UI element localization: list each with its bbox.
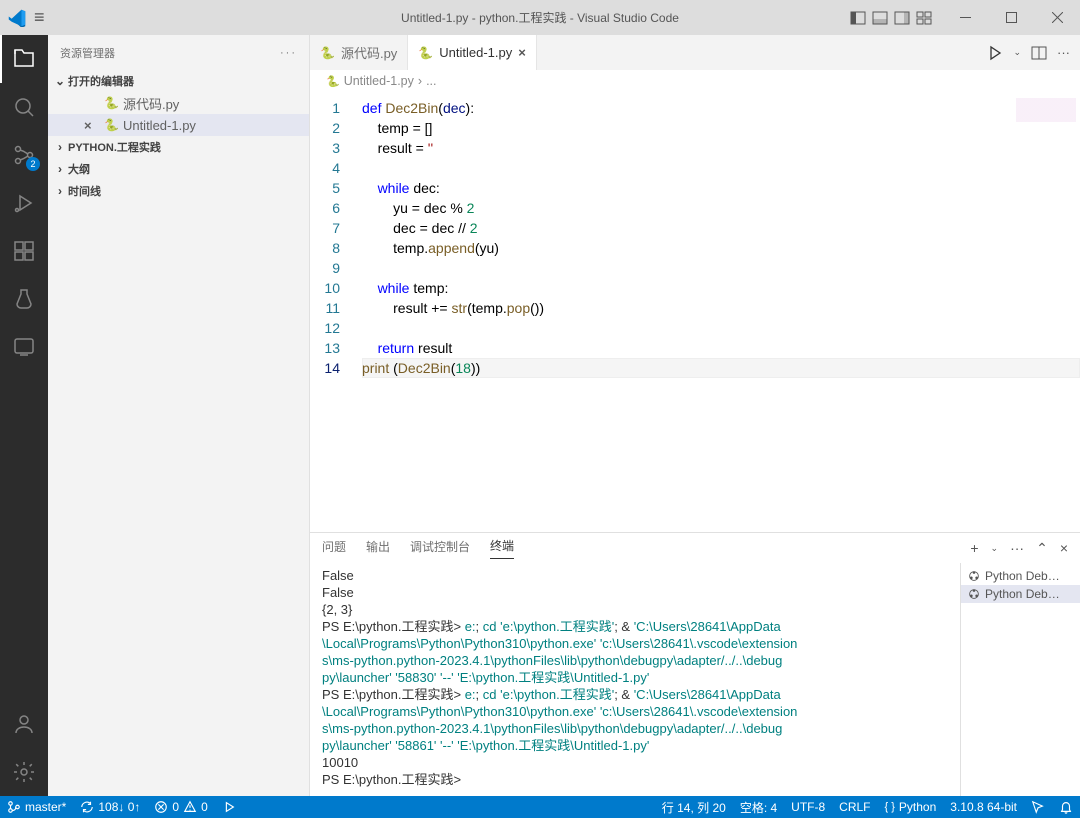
panel-tab-problems[interactable]: 问题 (322, 538, 346, 559)
terminal-dropdown-icon[interactable]: ⌄ (991, 543, 999, 554)
sidebar-explorer: 资源管理器 ··· ⌄打开的编辑器 🐍 源代码.py × 🐍 Untitled-… (48, 35, 310, 796)
python-file-icon: 🐍 (418, 46, 433, 60)
chevron-right-icon: › (52, 184, 68, 198)
file-label: 源代码.py (123, 94, 179, 113)
tabs-row: 🐍 源代码.py 🐍 Untitled-1.py × ⌄ ··· (310, 35, 1080, 70)
menu-icon[interactable]: ≡ (34, 7, 45, 28)
layout-sidebar-right-icon[interactable] (894, 10, 910, 26)
chevron-right-icon: › (52, 140, 68, 154)
status-language[interactable]: { }Python (878, 796, 944, 818)
activity-extensions[interactable] (0, 227, 48, 275)
section-open-editors[interactable]: ⌄打开的编辑器 (48, 70, 309, 92)
split-editor-icon[interactable] (1031, 45, 1047, 61)
more-icon[interactable]: ··· (1010, 540, 1024, 556)
title-bar: ≡ Untitled-1.py - python.工程实践 - Visual S… (0, 0, 1080, 35)
status-python-version[interactable]: 3.10.8 64-bit (943, 796, 1024, 818)
python-file-icon: 🐍 (104, 118, 119, 132)
close-icon[interactable]: × (84, 118, 100, 133)
terminal-list-item[interactable]: Python Deb… (961, 567, 1080, 585)
breadcrumb[interactable]: 🐍 Untitled-1.py › ... (310, 70, 1080, 92)
close-button[interactable] (1034, 0, 1080, 35)
run-icon[interactable] (987, 45, 1003, 61)
tab-label: 源代码.py (341, 43, 397, 62)
panel-tab-terminal[interactable]: 终端 (490, 537, 514, 559)
file-label: Untitled-1.py (123, 118, 196, 133)
activity-debug[interactable] (0, 179, 48, 227)
panel-tab-output[interactable]: 输出 (366, 538, 390, 559)
activity-testing[interactable] (0, 275, 48, 323)
status-encoding[interactable]: UTF-8 (784, 796, 832, 818)
status-spaces[interactable]: 空格: 4 (733, 796, 784, 818)
chevron-right-icon: › (52, 162, 68, 176)
activity-bar: 2 (0, 35, 48, 796)
python-file-icon: 🐍 (320, 46, 335, 60)
more-icon[interactable]: ··· (1057, 45, 1070, 60)
new-terminal-icon[interactable]: + (970, 540, 978, 556)
editor-tab[interactable]: 🐍 源代码.py (310, 35, 408, 70)
maximize-panel-icon[interactable]: ⌃ (1036, 540, 1048, 557)
terminal-list-item[interactable]: Python Deb… (961, 585, 1080, 603)
panel-tab-debug[interactable]: 调试控制台 (410, 538, 470, 559)
code-editor[interactable]: 1234567891011121314 def Dec2Bin(dec): te… (310, 92, 1080, 532)
layout-panel-icon[interactable] (872, 10, 888, 26)
status-problems[interactable]: 00 (147, 796, 214, 818)
minimize-button[interactable] (942, 0, 988, 35)
run-dropdown-icon[interactable]: ⌄ (1013, 47, 1021, 58)
status-sync[interactable]: 108↓ 0↑ (73, 796, 147, 818)
open-editor-item[interactable]: 🐍 源代码.py (48, 92, 309, 114)
section-timeline[interactable]: ›时间线 (48, 180, 309, 202)
status-cursor[interactable]: 行 14, 列 20 (655, 796, 733, 818)
vscode-icon (8, 9, 26, 27)
activity-remote[interactable] (0, 323, 48, 371)
open-editor-item[interactable]: × 🐍 Untitled-1.py (48, 114, 309, 136)
status-eol[interactable]: CRLF (832, 796, 877, 818)
activity-account[interactable] (0, 700, 48, 748)
section-project[interactable]: ›PYTHON.工程实践 (48, 136, 309, 158)
maximize-button[interactable] (988, 0, 1034, 35)
editor-area: 🐍 源代码.py 🐍 Untitled-1.py × ⌄ ··· 🐍 Untit… (310, 35, 1080, 796)
status-branch[interactable]: master* (0, 796, 73, 818)
python-file-icon: 🐍 (104, 96, 119, 110)
status-debug-icon[interactable] (215, 796, 243, 818)
editor-tab[interactable]: 🐍 Untitled-1.py × (408, 35, 537, 70)
section-outline[interactable]: ›大纲 (48, 158, 309, 180)
layout-customize-icon[interactable] (916, 10, 932, 26)
code-content[interactable]: def Dec2Bin(dec): temp = [] result = '' … (358, 92, 1080, 532)
activity-search[interactable] (0, 83, 48, 131)
terminal-list: Python Deb… Python Deb… (960, 563, 1080, 796)
layout-sidebar-icon[interactable] (850, 10, 866, 26)
activity-settings[interactable] (0, 748, 48, 796)
close-icon[interactable]: × (518, 45, 526, 60)
sidebar-more-icon[interactable]: ··· (280, 47, 297, 59)
tab-label: Untitled-1.py (439, 45, 512, 60)
terminal[interactable]: FalseFalse{2, 3}PS E:\python.工程实践> e:; c… (310, 563, 960, 796)
panel: 问题 输出 调试控制台 终端 + ⌄ ··· ⌃ × FalseFalse{2,… (310, 532, 1080, 796)
sidebar-title: 资源管理器 (60, 45, 115, 61)
status-bar: master* 108↓ 0↑ 00 行 14, 列 20 空格: 4 UTF-… (0, 796, 1080, 818)
close-panel-icon[interactable]: × (1060, 540, 1068, 556)
panel-tabs: 问题 输出 调试控制台 终端 + ⌄ ··· ⌃ × (310, 533, 1080, 563)
scm-badge: 2 (26, 157, 40, 171)
status-bell-icon[interactable] (1052, 796, 1080, 818)
minimap[interactable] (1016, 98, 1076, 138)
blank-icon (84, 96, 100, 111)
activity-explorer[interactable] (0, 35, 48, 83)
status-feedback-icon[interactable] (1024, 796, 1052, 818)
activity-scm[interactable]: 2 (0, 131, 48, 179)
chevron-down-icon: ⌄ (52, 74, 68, 88)
window-title: Untitled-1.py - python.工程实践 - Visual Stu… (401, 9, 679, 26)
line-gutter: 1234567891011121314 (310, 92, 358, 532)
python-file-icon: 🐍 (326, 75, 340, 88)
